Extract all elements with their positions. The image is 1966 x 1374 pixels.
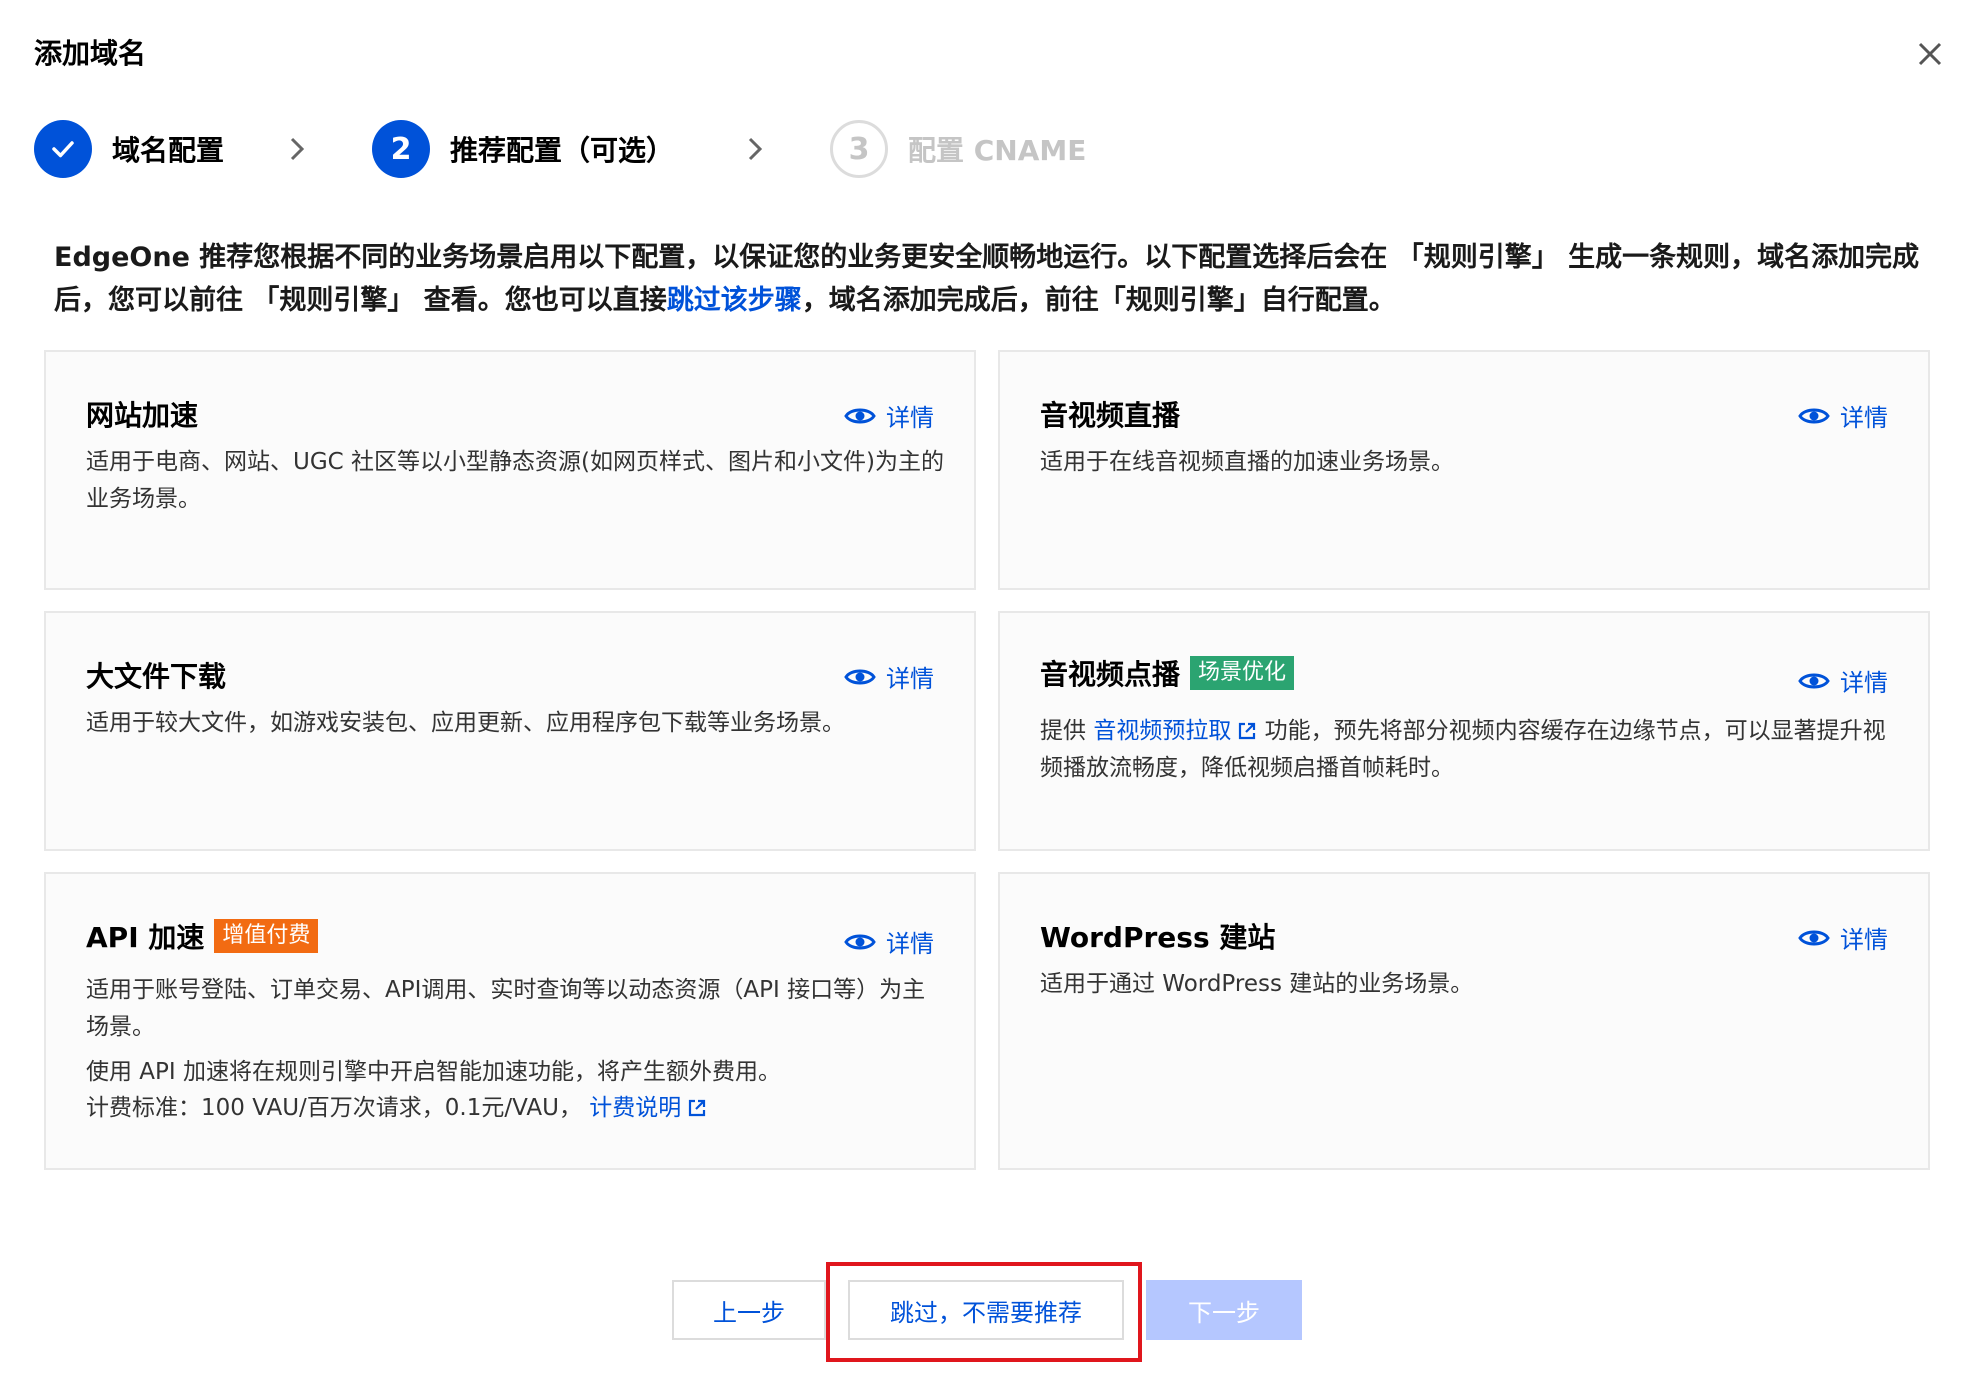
card-title: WordPress 建站 xyxy=(1040,921,1276,954)
billing-docs-link[interactable]: 计费说明 xyxy=(589,1095,681,1121)
card-pricing: 计费标准：100 VAU/百万次请求，0.1元/VAU， 计费说明 xyxy=(86,1090,946,1127)
card-title: 音视频直播 xyxy=(1040,399,1181,432)
step-label: 域名配置 xyxy=(112,134,225,167)
card-desc: 适用于较大文件，如游戏安装包、应用更新、应用程序包下载等业务场景。 xyxy=(86,710,845,736)
external-link-icon[interactable] xyxy=(1237,721,1257,741)
step-cname: 3 配置 CNAME xyxy=(830,120,1086,178)
card-desc: 适用于在线音视频直播的加速业务场景。 xyxy=(1040,449,1454,475)
card-api-acceleration[interactable]: API 加速 增值付费 详情 适用于账号登陆、订单交易、API调用、实时查询等以… xyxy=(44,872,976,1170)
eye-icon xyxy=(1798,930,1830,945)
prev-step-button[interactable]: 上一步 xyxy=(672,1280,826,1340)
scenario-optimized-badge: 场景优化 xyxy=(1190,656,1295,690)
card-desc: 适用于电商、网站、UGC 社区等以小型静态资源(如网页样式、图片和小文件)为主的… xyxy=(86,449,944,512)
intro-text: EdgeOne 推荐您根据不同的业务场景启用以下配置，以保证您的业务更安全顺畅地… xyxy=(54,236,1924,322)
step-label: 推荐配置（可选） xyxy=(450,134,675,167)
pricing-text: 计费标准：100 VAU/百万次请求，0.1元/VAU， xyxy=(86,1095,582,1121)
check-icon xyxy=(34,120,92,178)
card-note: 使用 API 加速将在规则引擎中开启智能加速功能，将产生额外费用。 xyxy=(86,1059,782,1085)
card-title-text: API 加速 xyxy=(86,921,205,954)
card-title: 大文件下载 xyxy=(86,660,227,693)
detail-label: 详情 xyxy=(886,930,934,958)
dialog-title: 添加域名 xyxy=(34,37,147,70)
prefetch-link[interactable]: 音视频预拉取 xyxy=(1093,718,1231,744)
detail-link[interactable]: 详情 xyxy=(844,659,934,694)
detail-link[interactable]: 详情 xyxy=(844,398,934,433)
card-large-file-download[interactable]: 大文件下载 详情 适用于较大文件，如游戏安装包、应用更新、应用程序包下载等业务场… xyxy=(44,611,976,851)
step-recommend-config: 2 推荐配置（可选） xyxy=(372,120,674,178)
eye-icon xyxy=(1798,673,1830,688)
skip-step-link[interactable]: 跳过该步骤 xyxy=(667,285,802,316)
detail-label: 详情 xyxy=(1840,669,1888,697)
card-site-acceleration[interactable]: 网站加速 详情 适用于电商、网站、UGC 社区等以小型静态资源(如网页样式、图片… xyxy=(44,350,976,590)
chevron-right-icon xyxy=(748,137,763,161)
detail-link[interactable]: 详情 xyxy=(844,924,934,959)
external-link-icon[interactable] xyxy=(687,1098,707,1118)
card-wordpress[interactable]: WordPress 建站 详情 适用于通过 WordPress 建站的业务场景。 xyxy=(998,872,1930,1170)
eye-icon xyxy=(844,408,876,423)
close-button[interactable] xyxy=(1910,34,1950,74)
stepper: 域名配置 2 推荐配置（可选） 3 配置 CNAME xyxy=(34,120,1234,178)
card-desc: 提供 音视频预拉取 功能，预先将部分视频内容缓存在边缘节点，可以显著提升视频播放… xyxy=(1040,713,1900,787)
card-desc: 适用于账号登陆、订单交易、API调用、实时查询等以动态资源（API 接口等）为主… xyxy=(86,977,926,1040)
close-icon xyxy=(1918,42,1942,66)
card-title: API 加速 增值付费 xyxy=(86,916,319,956)
detail-label: 详情 xyxy=(1840,404,1888,432)
step-label: 配置 CNAME xyxy=(908,134,1087,167)
step-number: 3 xyxy=(830,120,888,178)
step-domain-config: 域名配置 xyxy=(34,120,224,178)
card-title: 网站加速 xyxy=(86,399,199,432)
chevron-right-icon xyxy=(290,137,305,161)
detail-link[interactable]: 详情 xyxy=(1798,663,1888,698)
card-desc: 适用于通过 WordPress 建站的业务场景。 xyxy=(1040,971,1474,997)
highlight-annotation xyxy=(826,1262,1142,1362)
detail-label: 详情 xyxy=(886,665,934,693)
card-vod[interactable]: 音视频点播 场景优化 详情 提供 音视频预拉取 功能，预先将部分视频内容缓存在边… xyxy=(998,611,1930,851)
detail-label: 详情 xyxy=(1840,926,1888,954)
desc-prefix: 提供 xyxy=(1040,718,1094,744)
detail-label: 详情 xyxy=(886,404,934,432)
intro-text-after: ，域名添加完成后，前往「规则引擎」自行配置。 xyxy=(801,285,1396,316)
eye-icon xyxy=(1798,408,1830,423)
card-live-streaming[interactable]: 音视频直播 详情 适用于在线音视频直播的加速业务场景。 xyxy=(998,350,1930,590)
detail-link[interactable]: 详情 xyxy=(1798,398,1888,433)
eye-icon xyxy=(844,669,876,684)
card-title-text: 音视频点播 xyxy=(1040,658,1181,691)
card-title: 音视频点播 场景优化 xyxy=(1040,653,1295,693)
detail-link[interactable]: 详情 xyxy=(1798,920,1888,955)
step-number: 2 xyxy=(372,120,430,178)
next-step-button[interactable]: 下一步 xyxy=(1146,1280,1302,1340)
value-added-paid-badge: 增值付费 xyxy=(214,919,319,953)
eye-icon xyxy=(844,934,876,949)
